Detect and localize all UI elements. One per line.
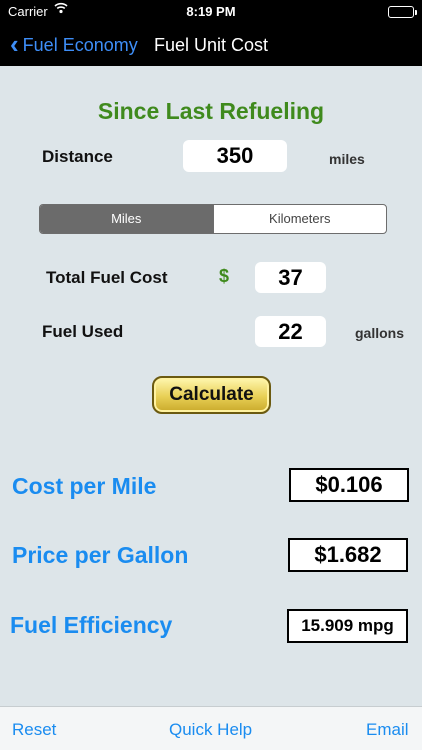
distance-input[interactable] <box>183 140 287 172</box>
currency-symbol: $ <box>219 266 230 286</box>
fuel-used-label: Fuel Used <box>42 322 124 341</box>
cost-per-mile-label: Cost per Mile <box>12 473 157 499</box>
fuel-efficiency-label: Fuel Efficiency <box>10 612 173 638</box>
page-title: Fuel Unit Cost <box>154 35 269 55</box>
fuel-used-unit: gallons <box>355 325 405 341</box>
email-button[interactable]: Email <box>366 720 409 740</box>
quick-help-button[interactable]: Quick Help <box>169 720 252 740</box>
fuel-used-input[interactable] <box>255 316 326 347</box>
reset-button[interactable]: Reset <box>12 720 56 740</box>
battery-icon <box>388 6 417 18</box>
top-bar: Carrier 8:19 PM ‹ Fuel Economy Fuel Unit… <box>0 0 422 66</box>
back-label: Fuel Economy <box>22 34 138 55</box>
total-fuel-cost-label: Total Fuel Cost <box>46 268 168 287</box>
section-title: Since Last Refueling <box>97 98 325 124</box>
calculate-button[interactable]: Calculate <box>152 376 271 414</box>
price-per-gallon-label: Price per Gallon <box>12 542 189 568</box>
total-fuel-cost-input[interactable] <box>255 262 326 293</box>
distance-label: Distance <box>42 147 113 166</box>
bottom-toolbar: Reset Quick Help Email <box>0 706 422 750</box>
cost-per-mile-value: $0.106 <box>289 468 409 502</box>
segment-miles[interactable]: Miles <box>40 205 213 233</box>
back-button[interactable]: ‹ Fuel Economy <box>10 29 138 59</box>
price-per-gallon-value: $1.682 <box>288 538 408 572</box>
distance-unit: miles <box>329 151 365 167</box>
units-segmented-control[interactable]: Miles Kilometers <box>39 204 387 234</box>
segment-kilometers[interactable]: Kilometers <box>212 205 387 233</box>
status-time: 8:19 PM <box>186 4 236 19</box>
chevron-left-icon: ‹ <box>10 29 19 59</box>
fuel-efficiency-value: 15.909 mpg <box>287 609 408 643</box>
